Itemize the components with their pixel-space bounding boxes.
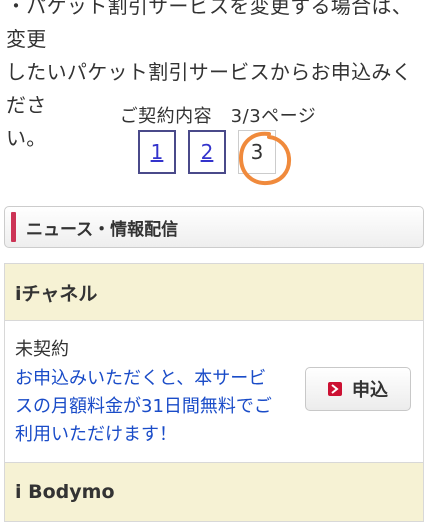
- service-card-ibodymo: i Bodymo: [4, 462, 424, 522]
- apply-button[interactable]: 申込: [305, 367, 411, 411]
- annotation-circle: [238, 131, 292, 186]
- page-link-1[interactable]: 1: [138, 130, 176, 174]
- service-name: i Bodymo: [5, 463, 423, 521]
- arrow-right-icon: [328, 382, 342, 396]
- section-title: ニュース・情報配信: [26, 219, 179, 240]
- pager-label: ご契約内容 3/3ページ: [119, 106, 317, 127]
- service-description-link[interactable]: お申込みいただくと、本サービスの月額料金が31日間無料でご利用いただけます！: [15, 365, 280, 449]
- service-card-ichannel: iチャネル 未契約 お申込みいただくと、本サービスの月額料金が31日間無料でご利…: [4, 263, 424, 463]
- section-accent-bar: [11, 212, 16, 242]
- contract-status: 未契約: [15, 339, 69, 360]
- service-name: iチャネル: [5, 264, 423, 321]
- section-header: ニュース・情報配信: [4, 206, 424, 248]
- apply-button-label: 申込: [352, 380, 388, 401]
- intro-line: ・パケット割引サービスを変更する場合は、変更: [6, 0, 412, 51]
- page-link-2[interactable]: 2: [188, 130, 226, 174]
- service-body: 未契約 お申込みいただくと、本サービスの月額料金が31日間無料でご利用いただけま…: [5, 321, 423, 463]
